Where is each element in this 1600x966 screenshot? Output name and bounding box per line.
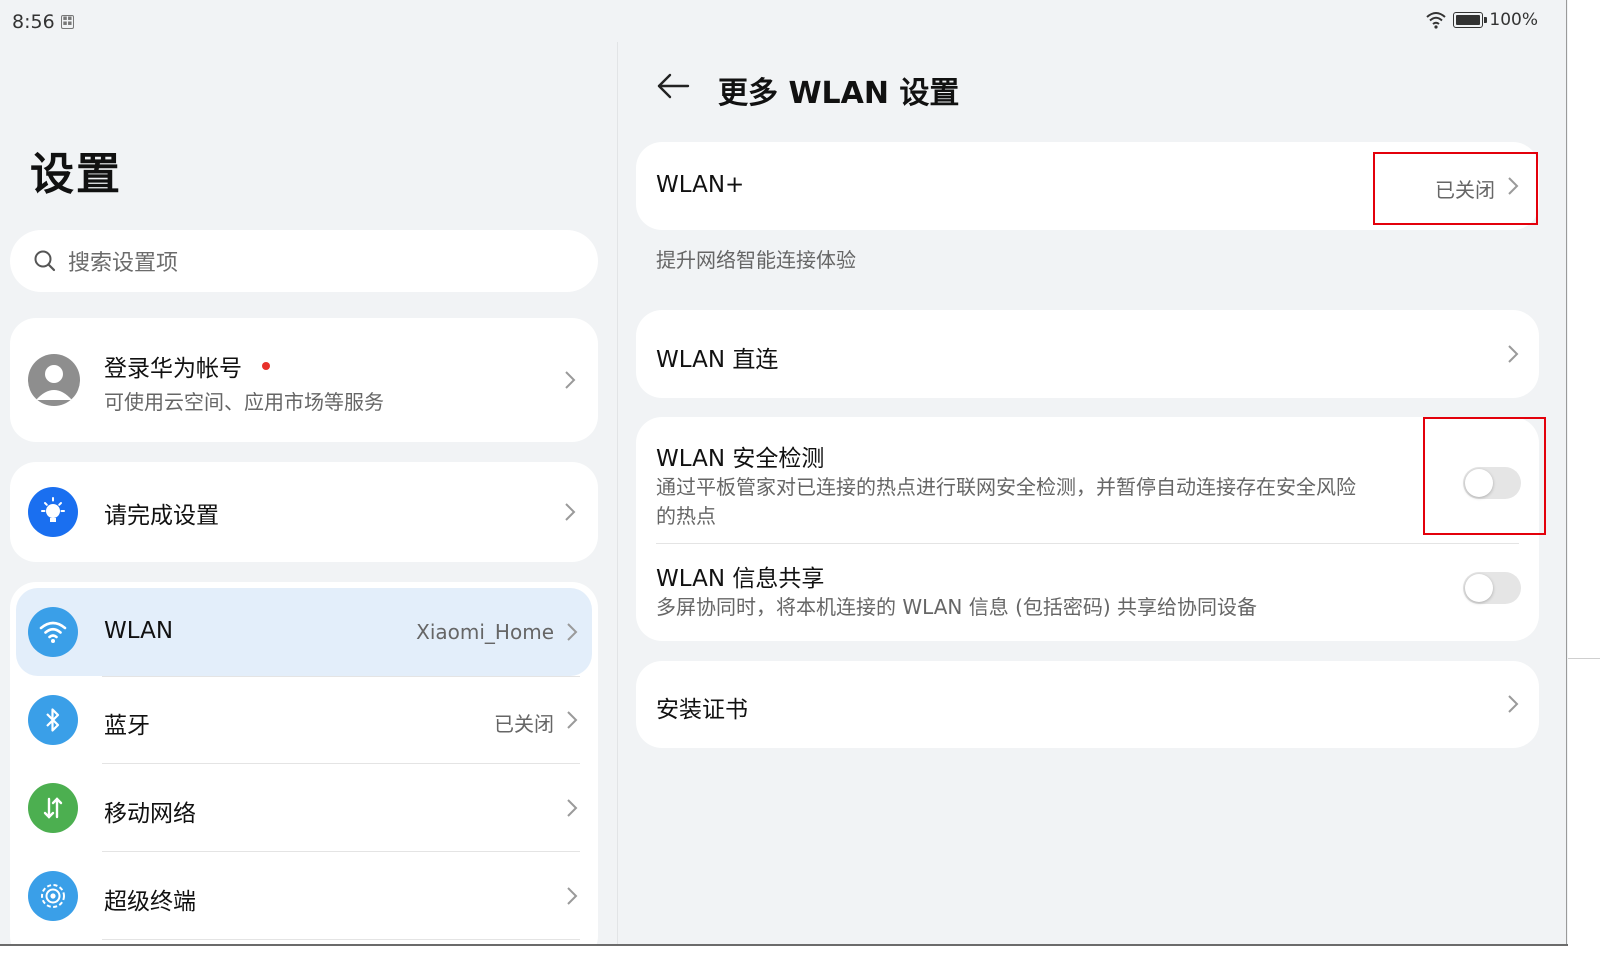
page-title: 设置 <box>30 149 122 200</box>
search-icon <box>34 250 56 272</box>
window-edge <box>1566 0 1567 946</box>
chevron-right-icon <box>567 623 578 641</box>
account-subtitle: 可使用云空间、应用市场等服务 <box>104 390 384 414</box>
separator <box>102 939 580 940</box>
security-check-label: WLAN 安全检测 <box>656 446 825 472</box>
info-share-toggle[interactable] <box>1463 572 1521 604</box>
menu-label-mobile-network: 移动网络 <box>104 801 196 827</box>
battery-percent: 100% <box>1489 10 1538 30</box>
install-certificate-label: 安装证书 <box>656 697 748 723</box>
wlan-direct-label: WLAN 直连 <box>656 347 779 373</box>
chevron-right-icon <box>565 503 576 521</box>
security-check-desc-line2: 的热点 <box>656 504 716 528</box>
menu-label-wlan: WLAN <box>104 618 174 644</box>
battery-icon <box>1453 12 1488 28</box>
status-indicators: 100% <box>1425 10 1538 30</box>
security-check-desc-line1: 通过平板管家对已连接的热点进行联网安全检测，并暂停自动连接存在安全风险 <box>656 475 1356 499</box>
wifi-icon <box>28 607 78 657</box>
pane-divider <box>617 42 618 946</box>
menu-label-bluetooth: 蓝牙 <box>104 713 150 739</box>
lightbulb-icon <box>28 487 78 537</box>
info-share-label: WLAN 信息共享 <box>656 566 825 592</box>
search-placeholder: 搜索设置项 <box>68 251 179 276</box>
complete-setup-card[interactable]: 请完成设置 <box>10 462 598 562</box>
chevron-right-icon <box>567 711 578 729</box>
toggle-knob <box>1465 574 1493 602</box>
separator <box>656 543 1519 544</box>
detail-title: 更多 WLAN 设置 <box>718 76 960 111</box>
window-edge-tick <box>1568 658 1600 659</box>
back-arrow-icon[interactable] <box>655 70 691 102</box>
settings-screen: 8:56 ▪▪ ▪▪ 100% 设置 搜索设置项 登录华为帐号 可使用云空间、应… <box>0 0 1568 946</box>
account-card[interactable]: 登录华为帐号 可使用云空间、应用市场等服务 <box>10 318 598 442</box>
status-time: 8:56 <box>12 11 55 33</box>
avatar <box>28 354 80 406</box>
chevron-right-icon <box>1508 695 1519 713</box>
info-share-desc: 多屏协同时，将本机连接的 WLAN 信息 (包括密码) 共享给协同设备 <box>656 595 1258 619</box>
wlan-plus-caption: 提升网络智能连接体验 <box>656 248 856 272</box>
complete-setup-label: 请完成设置 <box>104 503 219 529</box>
menu-item-wlan[interactable]: WLAN Xiaomi_Home <box>16 588 592 676</box>
menu-value-bluetooth: 已关闭 <box>494 712 554 736</box>
bluetooth-icon <box>28 695 78 745</box>
chevron-right-icon <box>1508 345 1519 363</box>
wlan-toggles-card: WLAN 安全检测 通过平板管家对已连接的热点进行联网安全检测，并暂停自动连接存… <box>636 417 1539 641</box>
menu-item-mobile-network[interactable]: 移动网络 <box>10 764 598 852</box>
wifi-status-icon <box>1426 12 1447 29</box>
menu-value-wlan: Xiaomi_Home <box>416 620 554 644</box>
super-device-icon <box>28 871 78 921</box>
chevron-right-icon <box>567 887 578 905</box>
menu-item-bluetooth[interactable]: 蓝牙 已关闭 <box>10 676 598 764</box>
sim-icon: ▪▪ ▪▪ <box>61 14 74 29</box>
menu-label-super-device: 超级终端 <box>104 889 196 915</box>
notification-dot <box>262 362 270 370</box>
wlan-plus-label: WLAN+ <box>656 172 745 198</box>
account-title: 登录华为帐号 <box>104 349 270 383</box>
account-title-text: 登录华为帐号 <box>104 356 242 382</box>
menu-item-super-device[interactable]: 超级终端 <box>10 852 598 940</box>
install-certificate-row[interactable]: 安装证书 <box>636 661 1539 748</box>
highlight-box-security-toggle <box>1423 417 1546 535</box>
bottom-edge <box>0 944 1568 946</box>
highlight-box-wlan-plus <box>1373 152 1538 225</box>
chevron-right-icon <box>565 371 576 389</box>
settings-menu: WLAN Xiaomi_Home 蓝牙 已关闭 移动网络 超级终端 <box>10 582 598 946</box>
mobile-network-icon <box>28 783 78 833</box>
chevron-right-icon <box>567 799 578 817</box>
search-bar[interactable]: 搜索设置项 <box>10 230 598 292</box>
wlan-direct-row[interactable]: WLAN 直连 <box>636 310 1539 398</box>
